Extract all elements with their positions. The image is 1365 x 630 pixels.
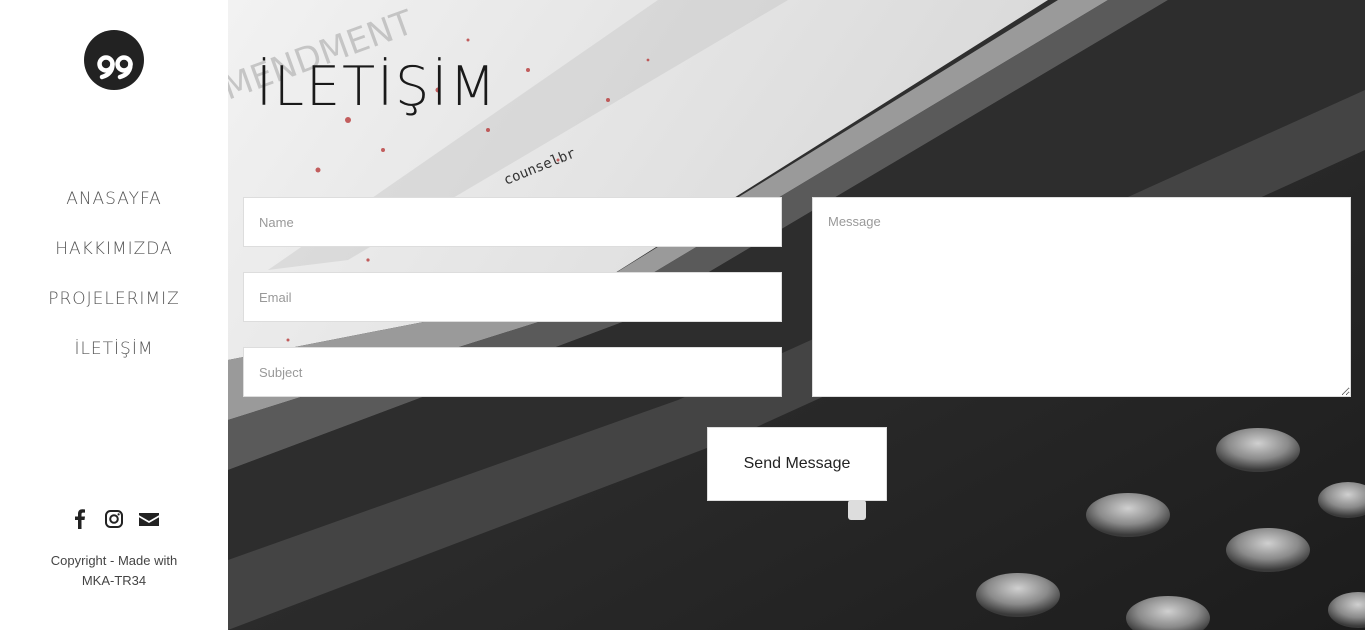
copyright: Copyright - Made with MKA-TR34 [30, 551, 198, 591]
name-input[interactable] [243, 197, 782, 247]
copyright-line2: MKA-TR34 [81, 573, 147, 588]
main-content: counselbr MENDMENT İLETİŞİM Send Message [228, 0, 1365, 630]
send-message-button[interactable]: Send Message [707, 427, 887, 501]
envelope-icon[interactable] [138, 508, 160, 530]
sidebar: ANASAYFA HAKKIMIZDA PROJELERIMIZ İLETİŞİ… [0, 0, 228, 630]
message-textarea[interactable] [812, 197, 1351, 397]
page-title: İLETİŞİM [256, 55, 498, 118]
instagram-icon[interactable] [104, 508, 124, 530]
nav-projelerimiz[interactable]: PROJELERIMIZ [0, 285, 228, 335]
nav-anasayfa[interactable]: ANASAYFA [0, 185, 228, 235]
main-nav: ANASAYFA HAKKIMIZDA PROJELERIMIZ İLETİŞİ… [0, 185, 228, 385]
nav-hakkimizda[interactable]: HAKKIMIZDA [0, 235, 228, 285]
copyright-line1: Copyright - Made with [50, 553, 178, 568]
subject-input[interactable] [243, 347, 782, 397]
social-links [0, 508, 228, 530]
email-input[interactable] [243, 272, 782, 322]
nav-iletisim[interactable]: İLETİŞİM [0, 335, 228, 385]
facebook-icon[interactable] [70, 508, 90, 530]
logo[interactable] [84, 30, 144, 90]
